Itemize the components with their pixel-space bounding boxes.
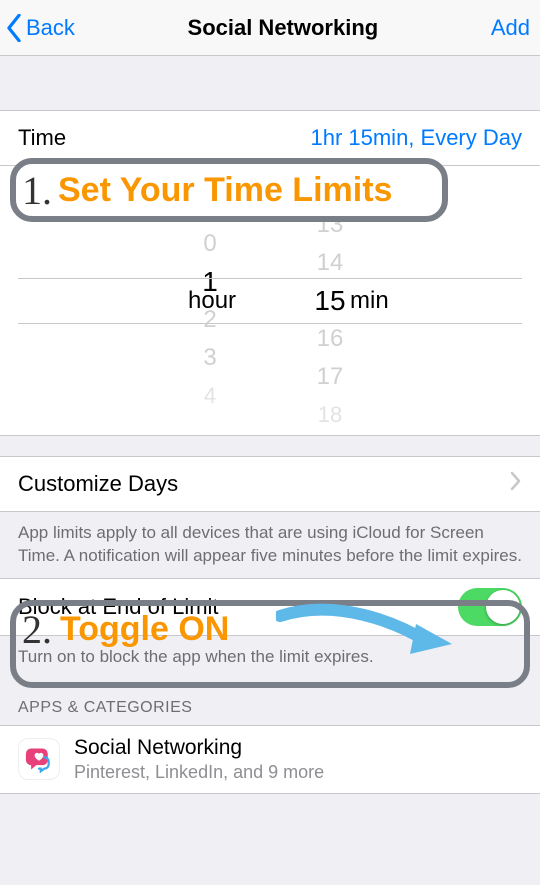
time-row[interactable]: Time 1hr 15min, Every Day <box>0 110 540 166</box>
limits-footer-text: App limits apply to all devices that are… <box>0 512 540 578</box>
page-title: Social Networking <box>188 15 379 41</box>
top-spacer <box>0 56 540 110</box>
back-button[interactable]: Back <box>6 14 75 42</box>
apps-section-header: APPS & CATEGORIES <box>0 679 540 725</box>
app-category-row[interactable]: Social Networking Pinterest, LinkedIn, a… <box>0 725 540 794</box>
block-footer-text: Turn on to block the app when the limit … <box>0 636 540 679</box>
social-networking-icon <box>18 738 60 780</box>
block-at-end-label: Block at End of Limit <box>18 594 219 620</box>
toggle-knob <box>486 590 520 624</box>
time-value: 1hr 15min, Every Day <box>310 125 522 151</box>
block-at-end-toggle[interactable] <box>458 588 522 626</box>
time-label: Time <box>18 125 66 151</box>
app-category-subtitle: Pinterest, LinkedIn, and 9 more <box>74 762 324 783</box>
customize-days-label: Customize Days <box>18 471 178 497</box>
mid-spacer <box>0 436 540 456</box>
minutes-unit: min <box>350 287 389 315</box>
customize-days-row[interactable]: Customize Days <box>0 456 540 512</box>
nav-bar: Back Social Networking Add <box>0 0 540 56</box>
add-button[interactable]: Add <box>491 15 530 41</box>
hours-unit: hour <box>188 287 236 315</box>
chevron-left-icon <box>6 14 22 42</box>
minutes-selected: 15 <box>314 282 345 320</box>
app-category-title: Social Networking <box>74 736 324 760</box>
chevron-right-icon <box>510 471 522 497</box>
time-picker[interactable]: 0 1 2 3 4 12 13 14 15 16 17 18 hour min <box>0 166 540 436</box>
back-label: Back <box>26 15 75 41</box>
block-at-end-row: Block at End of Limit <box>0 578 540 636</box>
